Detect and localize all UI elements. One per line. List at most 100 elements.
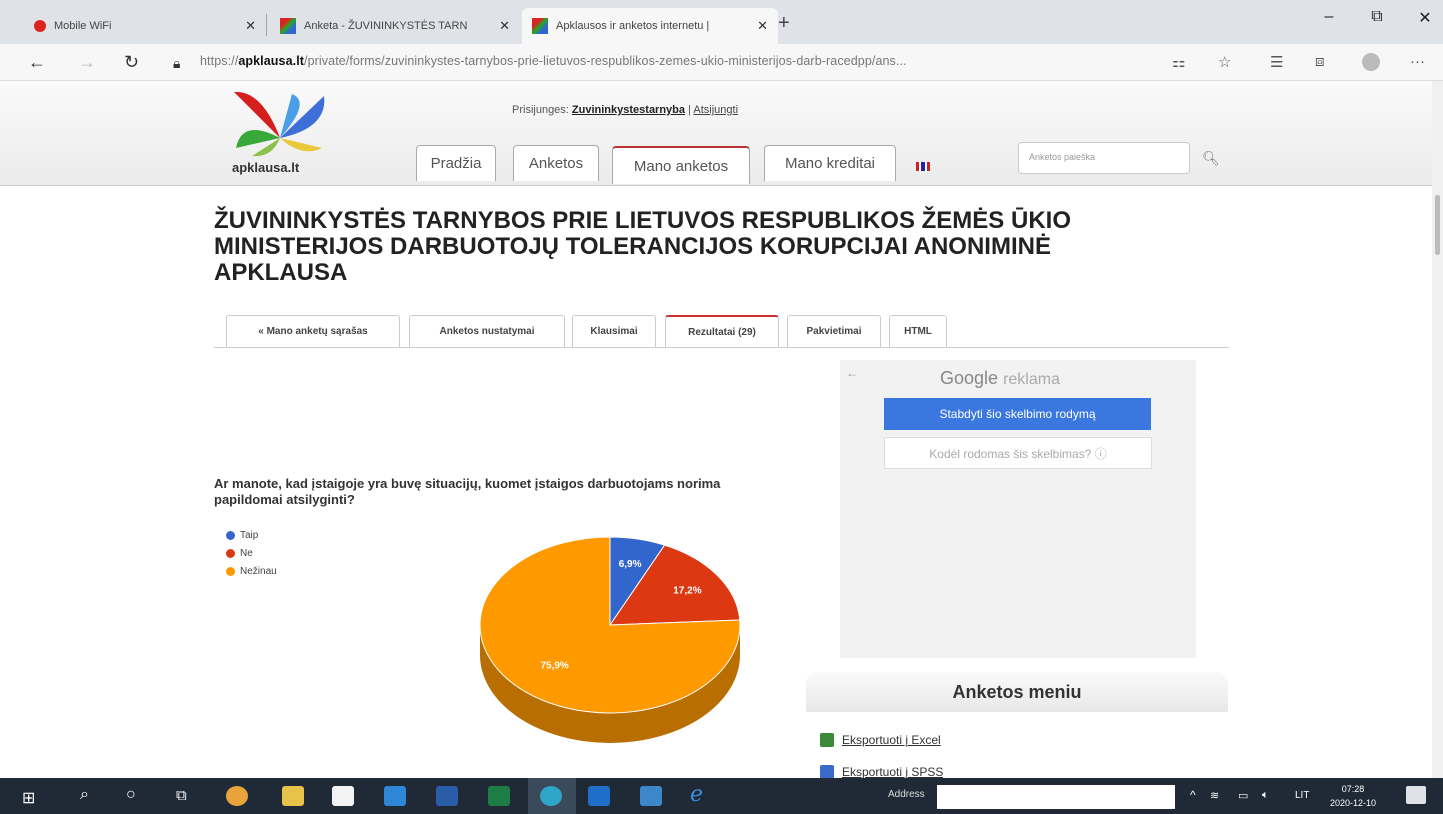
url-rest: /private/forms/zuvininkystes-tarnybos-pr… [304, 54, 907, 68]
why-ad-button[interactable]: Kodėl rodomas šis skelbimas? ⓘ [884, 437, 1152, 469]
more-icon[interactable]: ··· [1410, 53, 1425, 70]
network-icon[interactable]: ▭ [1238, 789, 1248, 802]
legend-swatch [226, 549, 235, 558]
mail-icon[interactable] [384, 786, 406, 806]
logout-link[interactable]: Atsijungti [693, 104, 738, 116]
nav-mano-kreditai[interactable]: Mano kreditai [764, 145, 896, 181]
username-link[interactable]: Zuvininkystestarnyba [572, 104, 685, 116]
wifi-icon[interactable]: ≋ [1210, 789, 1219, 802]
taskbar-address-label: Address [888, 789, 925, 800]
file-explorer-icon[interactable] [282, 786, 304, 806]
legend-label: Ne [240, 548, 253, 559]
search-icon[interactable]: 🔍︎ [1202, 150, 1220, 167]
tab-my-surveys-list[interactable]: « Mano anketų sąrašas [226, 315, 400, 347]
clock-time: 07:28 [1341, 784, 1365, 794]
excel-icon [820, 733, 834, 747]
login-status: Prisijunges: Zuvininkystestarnyba | Atsi… [512, 104, 739, 116]
notification-icon[interactable] [1406, 786, 1426, 804]
edge-icon[interactable] [540, 786, 562, 806]
nav-anketos[interactable]: Anketos [513, 145, 599, 181]
search-icon[interactable]: ⌕ [80, 786, 89, 804]
browser-tab-apklausos[interactable]: Apklausos ir anketos internetu | ✕ [522, 8, 778, 44]
favorite-star-icon[interactable]: ☆ [1218, 53, 1231, 71]
url-domain: apklausa.lt [238, 54, 305, 68]
browser-tab-anketa[interactable]: Anketa - ŽUVININKYSTĖS TARN ✕ [270, 8, 520, 44]
close-icon[interactable]: ✕ [245, 18, 256, 34]
forward-icon[interactable]: → [78, 52, 96, 73]
windows-start-icon[interactable]: ⊞ [22, 788, 35, 808]
reklama-label: reklama [1003, 371, 1060, 388]
refresh-icon[interactable]: ↻ [1160, 790, 1169, 803]
tab-html[interactable]: HTML [889, 315, 947, 347]
legend-item-ne: Ne [226, 548, 253, 559]
tab-results[interactable]: Rezultatai (29) [665, 315, 779, 347]
tab-separator [266, 14, 267, 36]
read-view-icon[interactable]: ⚏ [1172, 53, 1185, 71]
pie-data-label: 75,9% [540, 661, 568, 672]
export-excel-label: Eksportuoti į Excel [842, 733, 941, 747]
restore-button[interactable]: ⧉ [1354, 8, 1400, 26]
uk-flag-icon[interactable] [916, 162, 930, 171]
collections-icon[interactable]: ⧈ [1315, 53, 1325, 70]
store-icon[interactable] [332, 786, 354, 806]
tab-invitations[interactable]: Pakvietimai [787, 315, 881, 347]
tab-title: Anketa - ŽUVININKYSTĖS TARN [304, 20, 468, 32]
taskbar-clock[interactable]: 07:28 2020-12-10 [1330, 782, 1376, 810]
taskbar-address-input[interactable] [937, 785, 1175, 809]
legend-label: Nežinau [240, 566, 277, 577]
page-title: ŽUVININKYSTĖS TARNYBOS PRIE LIETUVOS RES… [214, 207, 1071, 286]
chrome-icon[interactable] [226, 786, 248, 806]
app-icon[interactable] [640, 786, 662, 806]
results-pie-chart: 6,9% 17,2% 75,9% [479, 536, 741, 743]
windows-taskbar [0, 778, 1443, 814]
huawei-icon [34, 20, 46, 32]
language-indicator[interactable]: LIT [1295, 790, 1309, 801]
survey-menu-title: Anketos meniu [806, 672, 1228, 712]
ad-header: Google reklama [940, 368, 1060, 389]
legend-label: Taip [240, 530, 259, 541]
pie-data-label: 6,9% [619, 559, 642, 570]
browser-tab-mobile-wifi[interactable]: Mobile WiFi ✕ [24, 8, 266, 44]
outlook-icon[interactable] [588, 786, 610, 806]
new-tab-button[interactable]: + [778, 12, 790, 35]
search-input[interactable]: Anketos paieška [1018, 142, 1190, 174]
profile-avatar-icon[interactable] [1362, 53, 1380, 71]
url-prefix: https:// [200, 54, 239, 68]
legend-swatch [226, 567, 235, 576]
login-label: Prisijunges: [512, 104, 569, 116]
export-excel-link[interactable]: Eksportuoti į Excel [820, 733, 941, 747]
legend-item-taip: Taip [226, 530, 258, 541]
export-spss-link[interactable]: Eksportuoti į SPSS [820, 765, 943, 778]
tab-survey-settings[interactable]: Anketos nustatymai [409, 315, 565, 347]
logo-text[interactable]: apklausa.lt [232, 160, 299, 175]
spss-icon [820, 765, 834, 778]
legend-swatch [226, 531, 235, 540]
stop-ad-button[interactable]: Stabdyti šio skelbimo rodymą [884, 398, 1151, 430]
close-window-button[interactable]: ✕ [1402, 8, 1443, 28]
word-icon[interactable] [436, 786, 458, 806]
refresh-icon[interactable]: ↻ [124, 52, 139, 73]
close-icon[interactable]: ✕ [499, 18, 510, 34]
scrollbar-thumb[interactable] [1435, 195, 1440, 255]
internet-explorer-icon[interactable]: e [690, 782, 703, 807]
url-field[interactable]: https://apklausa.lt/private/forms/zuvini… [200, 54, 1160, 68]
nav-mano-anketos[interactable]: Mano anketos [612, 146, 750, 184]
export-spss-label: Eksportuoti į SPSS [842, 765, 944, 778]
apklausa-icon [280, 18, 296, 34]
lock-icon: 🔒︎ [173, 55, 181, 71]
tab-questions[interactable]: Klausimai [572, 315, 656, 347]
back-icon[interactable]: ← [28, 52, 46, 73]
cortana-icon[interactable]: ○ [126, 786, 136, 804]
chevron-up-icon[interactable]: ^ [1190, 788, 1196, 802]
back-arrow-icon[interactable]: ← [846, 366, 858, 380]
minimize-button[interactable]: – [1306, 8, 1352, 26]
volume-icon[interactable]: 🔈︎ [1262, 789, 1269, 802]
close-icon[interactable]: ✕ [757, 18, 768, 34]
pie-data-label: 17,2% [673, 585, 701, 596]
apklausa-logo-icon[interactable] [232, 88, 328, 158]
page-scrollbar[interactable] [1432, 81, 1443, 778]
favorites-icon[interactable]: ☰ [1270, 53, 1283, 71]
excel-taskbar-icon[interactable] [488, 786, 510, 806]
task-view-icon[interactable]: ⧉ [176, 787, 187, 804]
nav-pradzia[interactable]: Pradžia [416, 145, 496, 181]
